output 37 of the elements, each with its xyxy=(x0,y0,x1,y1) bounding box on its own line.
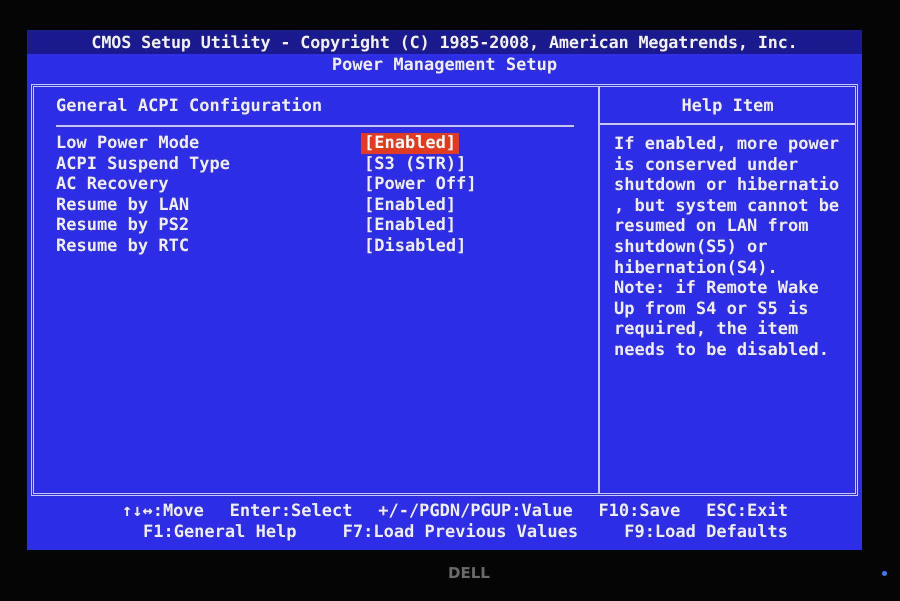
setting-value[interactable]: [Power Off] xyxy=(361,174,480,195)
bezel-logo: DELL xyxy=(448,564,490,582)
key-hint: F9:Load Defaults xyxy=(624,522,788,543)
setting-label[interactable]: Resume by LAN xyxy=(56,194,364,216)
help-text: Note: if Remote Wake xyxy=(614,278,820,299)
setting-value[interactable]: [Disabled] xyxy=(361,236,470,257)
setting-value[interactable]: [Enabled] xyxy=(361,133,460,154)
key-hint: F7:Load Previous Values xyxy=(342,522,578,543)
key-hint: F10:Save xyxy=(598,501,680,522)
setting-label[interactable]: ACPI Suspend Type xyxy=(56,154,364,174)
setting-label[interactable]: AC Recovery xyxy=(56,174,364,195)
key-hint: F1:General Help xyxy=(143,522,297,543)
help-text: shutdown or hibernatio xyxy=(614,175,840,196)
help-text: hibernation(S4). xyxy=(614,258,779,278)
help-text: needs to be disabled. xyxy=(614,340,830,361)
section-title: General ACPI Configuration xyxy=(56,95,324,117)
help-title: Help Item xyxy=(600,87,855,125)
help-text: If enabled, more power xyxy=(614,134,840,155)
setting-value[interactable]: [Enabled] xyxy=(361,215,460,236)
help-text: resumed on LAN from xyxy=(614,216,810,237)
help-text: required, the item xyxy=(614,319,800,340)
setting-value[interactable]: [S3 (STR)] xyxy=(361,154,470,174)
help-text: is conserved under xyxy=(614,154,800,176)
page-title: Power Management Setup xyxy=(330,54,558,76)
key-hint: +/-/PGDN/PGUP:Value xyxy=(378,501,573,522)
setting-value[interactable]: [Enabled] xyxy=(361,194,460,216)
setting-label[interactable]: Low Power Mode xyxy=(56,133,364,154)
key-hint: Enter:Select xyxy=(230,501,352,522)
help-text: Up from S4 or S5 is xyxy=(614,298,810,320)
setting-label[interactable]: Resume by PS2 xyxy=(56,215,364,236)
window-title: CMOS Setup Utility - Copyright (C) 1985-2008, American Megatrends, Inc. xyxy=(91,32,798,52)
key-hint: ESC:Exit xyxy=(706,501,788,522)
help-text: , but system cannot be xyxy=(614,196,840,216)
help-text: shutdown(S5) or xyxy=(614,236,769,258)
setting-label[interactable]: Resume by RTC xyxy=(56,236,364,257)
key-hint: ↑↓↔:Move xyxy=(122,501,204,522)
power-light-icon xyxy=(882,571,887,576)
